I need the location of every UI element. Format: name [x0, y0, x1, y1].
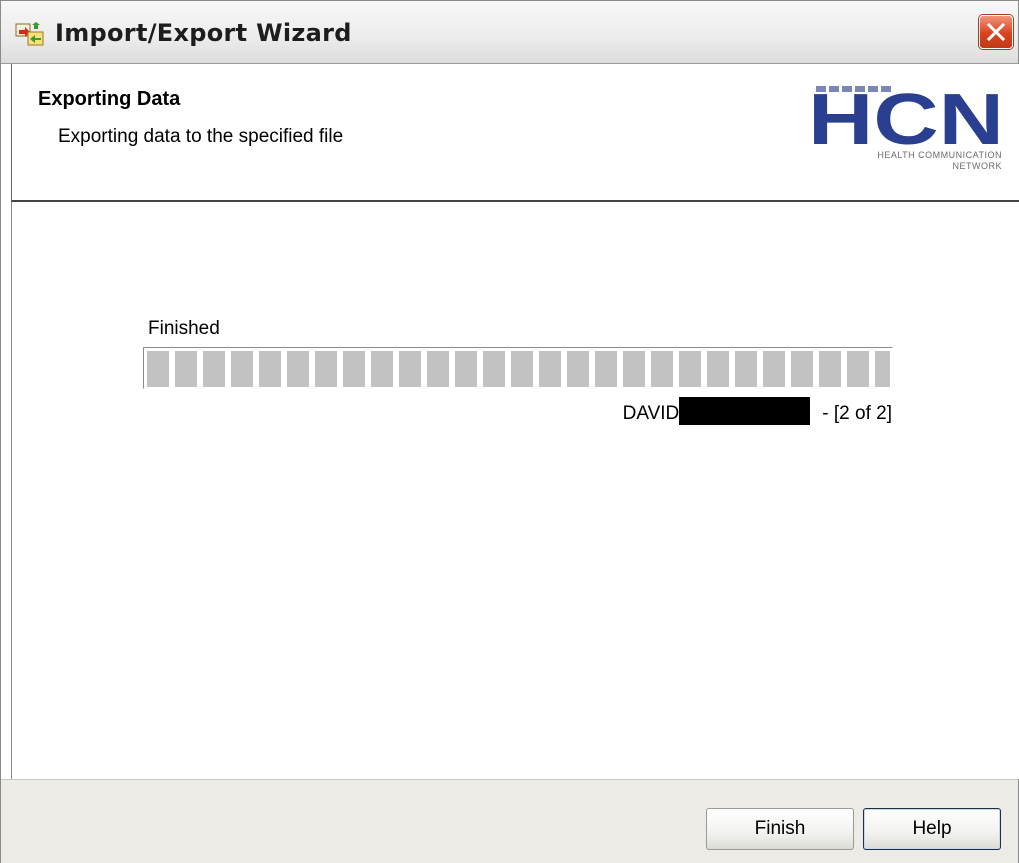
window-title: Import/Export Wizard: [55, 19, 352, 47]
close-button[interactable]: [979, 15, 1013, 49]
close-x-icon: [986, 22, 1006, 42]
page-subtitle: Exporting data to the specified file: [58, 126, 344, 147]
help-button[interactable]: Help: [863, 808, 1001, 850]
record-name: DAVID: [622, 403, 680, 424]
hcn-logo: HCN HEALTH COMMUNICATION NETWORK: [808, 82, 1004, 171]
export-progress-bar: [143, 347, 893, 389]
current-record-status: DAVID - [2 of 2]: [623, 397, 892, 425]
wizard-header: Exporting Data Exporting data to the spe…: [11, 64, 1019, 202]
svg-text:NETWORK: NETWORK: [953, 161, 1003, 171]
redaction-box: [679, 397, 811, 425]
finish-button[interactable]: Finish: [706, 808, 854, 850]
title-bar[interactable]: Import/Export Wizard: [1, 1, 1018, 64]
import-export-icon: [15, 21, 45, 47]
svg-text:HCN: HCN: [808, 82, 1004, 160]
svg-text:HEALTH COMMUNICATION: HEALTH COMMUNICATION: [877, 150, 1002, 160]
page-title: Exporting Data: [38, 88, 181, 110]
record-count: - [2 of 2]: [822, 403, 892, 424]
wizard-content: Finished DAVID - [2 of 2]: [11, 202, 1019, 779]
wizard-window: Import/Export Wizard Exporting Data Expo…: [0, 0, 1019, 863]
progress-status-label: Finished: [148, 318, 220, 339]
wizard-footer: Finish Help: [1, 779, 1018, 863]
progress-fill: [147, 351, 890, 387]
